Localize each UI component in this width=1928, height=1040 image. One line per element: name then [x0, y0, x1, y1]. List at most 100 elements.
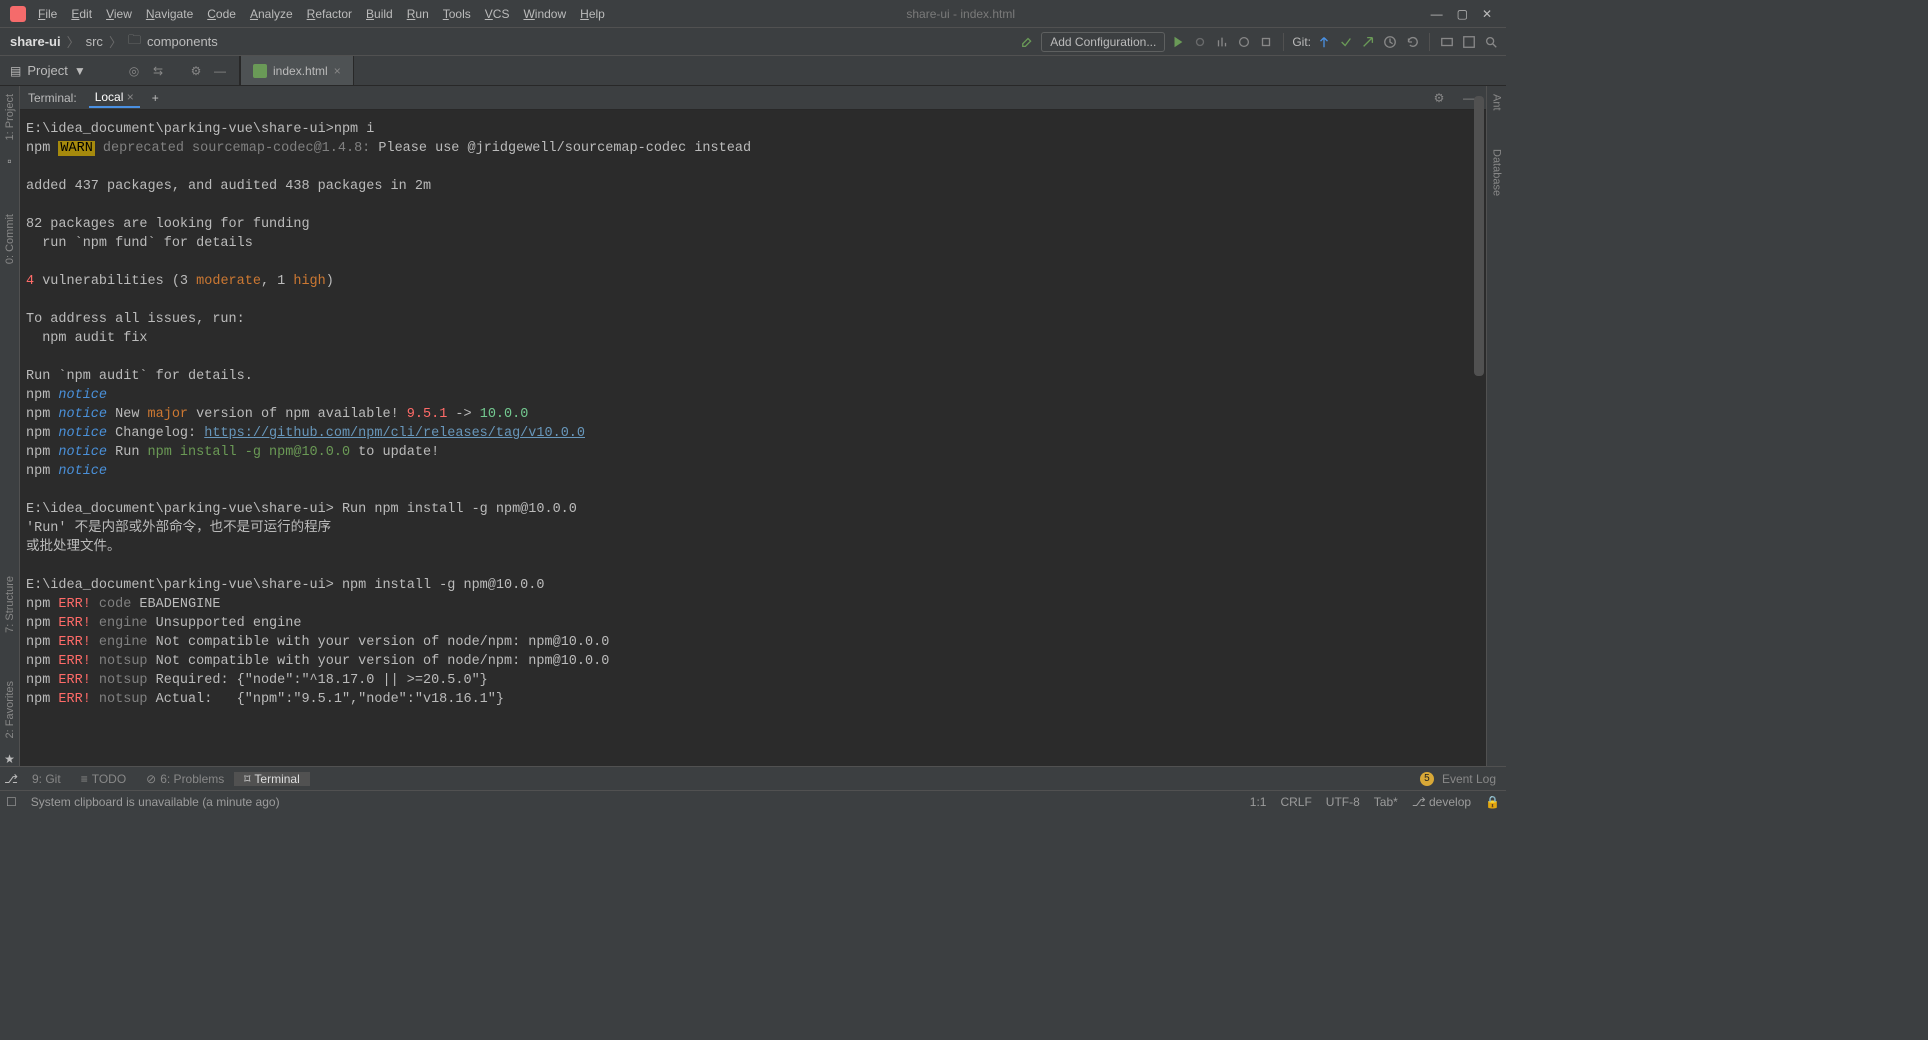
menu-run[interactable]: Run: [401, 3, 435, 25]
gear-icon[interactable]: ⚙: [1430, 89, 1448, 107]
html-file-icon: [253, 64, 267, 78]
titlebar: FileEditViewNavigateCodeAnalyzeRefactorB…: [0, 0, 1506, 28]
git-label: Git:: [1292, 35, 1311, 49]
editor-tab-row: ▤ Project ▼ ◎ ⇆ ⚙ — index.html ×: [0, 56, 1506, 86]
git-update-icon[interactable]: [1315, 33, 1333, 51]
branch-icon: ⎇: [0, 772, 22, 786]
menu-view[interactable]: View: [100, 3, 138, 25]
editor-tabs: index.html ×: [240, 56, 354, 85]
status-message: System clipboard is unavailable (a minut…: [31, 795, 280, 809]
tool-todo-label: TODO: [92, 772, 126, 786]
caret-position[interactable]: 1:1: [1250, 795, 1267, 809]
menu-file[interactable]: File: [32, 3, 63, 25]
event-log-label: Event Log: [1442, 772, 1496, 786]
breadcrumb-src[interactable]: src: [86, 34, 103, 49]
tool-database[interactable]: Database: [1489, 147, 1505, 198]
stop-icon[interactable]: [1257, 33, 1275, 51]
app-logo-icon: [10, 6, 26, 22]
dropdown-icon[interactable]: ▼: [74, 64, 86, 78]
tool-problems-label: 6: Problems: [160, 772, 224, 786]
profile-icon[interactable]: [1235, 33, 1253, 51]
project-icon: ▤: [10, 64, 21, 78]
breadcrumb-components[interactable]: components: [147, 34, 218, 49]
terminal-tab-close-icon[interactable]: ×: [127, 90, 134, 104]
branch-name: develop: [1429, 795, 1471, 809]
folder-icon: 🗀: [128, 31, 141, 53]
menu-navigate[interactable]: Navigate: [140, 3, 199, 25]
terminal-output[interactable]: E:\idea_document\parking-vue\share-ui>np…: [20, 110, 1486, 766]
chevron-right-icon: 〉: [67, 32, 80, 51]
ide-settings-icon[interactable]: [1460, 33, 1478, 51]
status-info-icon: ☐: [6, 795, 17, 809]
tab-close-icon[interactable]: ×: [334, 64, 341, 78]
window-title: share-ui - index.html: [491, 7, 1431, 21]
tool-favorites[interactable]: 2: Favorites: [2, 679, 18, 740]
run-toolbar: Add Configuration... Git:: [1019, 32, 1506, 52]
coverage-icon[interactable]: [1213, 33, 1231, 51]
history-icon[interactable]: [1381, 33, 1399, 51]
project-label: Project: [27, 63, 67, 78]
tool-project[interactable]: 1: Project: [2, 92, 18, 142]
tool-git[interactable]: 9: Git: [22, 772, 71, 786]
minimize-icon[interactable]: —: [1431, 7, 1443, 21]
lock-icon[interactable]: 🔒: [1485, 795, 1500, 809]
collapse-icon[interactable]: ⇆: [149, 62, 167, 80]
line-ending[interactable]: CRLF: [1280, 795, 1311, 809]
encoding[interactable]: UTF-8: [1326, 795, 1360, 809]
event-badge: 5: [1420, 772, 1434, 786]
chevron-right-icon: 〉: [109, 32, 122, 51]
tool-terminal-label: Terminal: [254, 772, 299, 786]
event-log[interactable]: 5 Event Log: [1410, 772, 1506, 786]
menu-analyze[interactable]: Analyze: [244, 3, 299, 25]
tool-ant[interactable]: Ant: [1489, 92, 1505, 113]
revert-icon[interactable]: [1403, 33, 1421, 51]
menu-code[interactable]: Code: [201, 3, 242, 25]
menu-tools[interactable]: Tools: [437, 3, 477, 25]
tool-problems[interactable]: ⊘6: Problems: [136, 772, 234, 786]
terminal-tab-local[interactable]: Local ×: [89, 88, 140, 108]
breadcrumb-root[interactable]: share-ui: [10, 34, 61, 49]
code-with-me-icon[interactable]: [1438, 33, 1456, 51]
window-controls: — ▢ ✕: [1431, 7, 1502, 21]
terminal-header: Terminal: Local × + ⚙ —: [20, 86, 1486, 110]
left-gutter: 1: Project ▫ 0: Commit 7: Structure 2: F…: [0, 86, 20, 766]
tool-terminal[interactable]: ⌑Terminal: [234, 772, 310, 786]
hide-icon[interactable]: —: [211, 62, 229, 80]
close-icon[interactable]: ✕: [1482, 7, 1492, 21]
terminal-title: Terminal:: [28, 91, 77, 105]
tool-commit[interactable]: 0: Commit: [2, 212, 18, 266]
terminal-tab-label: Local: [95, 90, 124, 104]
run-config-combo[interactable]: Add Configuration...: [1041, 32, 1165, 52]
bottom-toolbar: ⎇ 9: Git ≡TODO ⊘6: Problems ⌑Terminal 5 …: [0, 766, 1506, 790]
editor-area: 1: Project ▫ 0: Commit 7: Structure 2: F…: [0, 86, 1506, 766]
play-icon[interactable]: [1169, 33, 1187, 51]
star-icon: ★: [4, 752, 15, 766]
hammer-icon[interactable]: [1019, 33, 1037, 51]
indent[interactable]: Tab*: [1374, 795, 1398, 809]
menu-build[interactable]: Build: [360, 3, 399, 25]
search-icon[interactable]: [1482, 33, 1500, 51]
tool-todo[interactable]: ≡TODO: [71, 772, 136, 786]
tool-git-label: 9: Git: [32, 772, 61, 786]
branch-indicator[interactable]: ⎇ develop: [1412, 795, 1471, 809]
bug-icon[interactable]: [1191, 33, 1209, 51]
menu-edit[interactable]: Edit: [65, 3, 98, 25]
project-toolwindow-header[interactable]: ▤ Project ▼ ◎ ⇆ ⚙ —: [0, 56, 240, 85]
breadcrumb: share-ui 〉 src 〉 🗀 components: [10, 31, 218, 53]
tab-index-html[interactable]: index.html ×: [240, 56, 354, 85]
scrollbar-thumb[interactable]: [1474, 96, 1484, 376]
right-gutter: Ant Database: [1486, 86, 1506, 766]
tab-filename: index.html: [273, 64, 328, 78]
folder-icon: ▫: [7, 154, 11, 168]
maximize-icon[interactable]: ▢: [1457, 7, 1468, 21]
terminal-tool-window: Terminal: Local × + ⚙ — E:\idea_document…: [20, 86, 1486, 766]
nav-toolbar: share-ui 〉 src 〉 🗀 components Add Config…: [0, 28, 1506, 56]
tool-structure[interactable]: 7: Structure: [2, 574, 18, 635]
git-commit-icon[interactable]: [1337, 33, 1355, 51]
target-icon[interactable]: ◎: [125, 62, 143, 80]
gear-icon[interactable]: ⚙: [187, 62, 205, 80]
git-push-icon[interactable]: [1359, 33, 1377, 51]
terminal-add-tab[interactable]: +: [152, 91, 159, 105]
status-bar: ☐ System clipboard is unavailable (a min…: [0, 790, 1506, 812]
menu-refactor[interactable]: Refactor: [301, 3, 358, 25]
